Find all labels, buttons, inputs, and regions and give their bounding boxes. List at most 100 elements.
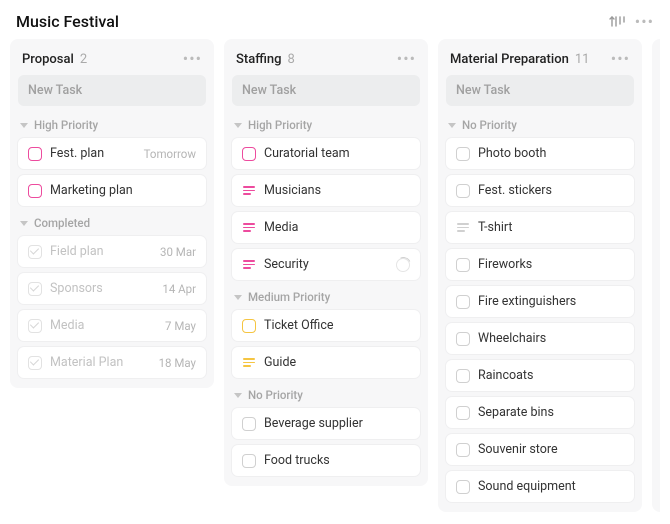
task-due: 7 May — [165, 319, 196, 333]
checkbox-icon[interactable] — [456, 332, 470, 346]
column-title: Proposal — [22, 52, 74, 67]
column-material-preparation: Material Preparation 11 ••• New Task No Prio… — [438, 39, 642, 512]
task-due: 18 May — [159, 356, 196, 370]
task-title: T-shirt — [478, 220, 624, 235]
task-title: Marketing plan — [50, 183, 196, 198]
task-card[interactable]: Separate bins — [446, 397, 634, 428]
column-header: Staffing8••• — [232, 47, 420, 75]
list-icon[interactable] — [242, 258, 256, 272]
checkbox-icon[interactable] — [242, 454, 256, 468]
checkbox-icon[interactable] — [456, 147, 470, 161]
column-header: Material Preparation 11 ••• — [446, 47, 634, 75]
column-more-icon[interactable]: ••• — [183, 51, 202, 67]
column-title: Material Preparation — [450, 52, 569, 67]
group-label[interactable]: No Priority — [446, 114, 634, 138]
checkmark-done-icon[interactable] — [28, 319, 42, 333]
column-count: 11 — [575, 52, 590, 67]
board-header: Music Festival ••• — [10, 8, 660, 39]
checkmark-done-icon[interactable] — [28, 282, 42, 296]
checkmark-done-icon[interactable] — [28, 245, 42, 259]
task-card[interactable]: Ticket Office — [232, 310, 420, 341]
column-proposal: Proposal2•••New TaskHigh PriorityFest. p… — [10, 39, 214, 388]
column-more-icon[interactable]: ••• — [397, 51, 416, 67]
checkbox-icon[interactable] — [456, 406, 470, 420]
task-title: Guide — [264, 355, 410, 370]
task-title: Field plan — [50, 244, 152, 259]
task-card[interactable]: Raincoats — [446, 360, 634, 391]
checkbox-icon[interactable] — [456, 184, 470, 198]
task-due: Tomorrow — [144, 147, 196, 161]
column-peek — [652, 39, 660, 512]
checkbox-icon[interactable] — [242, 319, 256, 333]
checkbox-icon[interactable] — [242, 147, 256, 161]
task-card[interactable]: Food trucks — [232, 445, 420, 476]
task-title: Security — [264, 257, 388, 272]
columns: Proposal2•••New TaskHigh PriorityFest. p… — [10, 39, 660, 512]
list-icon[interactable] — [456, 221, 470, 235]
checkbox-icon[interactable] — [242, 417, 256, 431]
task-title: Musicians — [264, 183, 410, 198]
group-label[interactable]: Completed — [18, 212, 206, 236]
checkbox-icon[interactable] — [456, 258, 470, 272]
new-task-input[interactable]: New Task — [18, 75, 206, 106]
checkbox-icon[interactable] — [28, 147, 42, 161]
checkbox-icon[interactable] — [456, 369, 470, 383]
task-title: Sound equipment — [478, 479, 624, 494]
list-icon[interactable] — [242, 356, 256, 370]
task-title: Sponsors — [50, 281, 154, 296]
group-name: Medium Priority — [248, 290, 330, 304]
group-label[interactable]: High Priority — [232, 114, 420, 138]
task-title: Fireworks — [478, 257, 624, 272]
task-title: Raincoats — [478, 368, 624, 383]
checkbox-icon[interactable] — [456, 295, 470, 309]
column-staffing: Staffing8•••New Task High Priority Curator… — [224, 39, 428, 486]
checkbox-icon[interactable] — [456, 443, 470, 457]
task-card[interactable]: Curatorial team — [232, 138, 420, 169]
column-header: Proposal 2 ••• — [18, 47, 206, 75]
task-card[interactable]: Sponsors 14 Apr — [18, 273, 206, 304]
board: Music Festival ••• Proposal 2 ••• New Task H… — [0, 0, 670, 524]
group-label[interactable]: High Priority — [18, 114, 206, 138]
group-label[interactable]: Medium Priority — [232, 286, 420, 310]
task-card[interactable]: Souvenir store — [446, 434, 634, 465]
task-card[interactable]: Sound equipment — [446, 471, 634, 502]
chevron-down-icon — [20, 221, 28, 226]
task-card[interactable]: Fire extinguishers — [446, 286, 634, 317]
task-card[interactable]: Field plan30 Mar — [18, 236, 206, 267]
new-task-input[interactable]: New Task — [232, 75, 420, 106]
sort-icon[interactable] — [609, 14, 625, 30]
task-card[interactable]: Security — [232, 249, 420, 280]
checkmark-done-icon[interactable] — [28, 356, 42, 370]
task-title: Fest. plan — [50, 146, 136, 161]
checkbox-icon[interactable] — [456, 480, 470, 494]
task-card[interactable]: Musicians — [232, 175, 420, 206]
task-card[interactable]: Fest. stickers — [446, 175, 634, 206]
task-due: 14 Apr — [162, 282, 196, 296]
chevron-down-icon — [20, 123, 28, 128]
chevron-down-icon — [448, 123, 456, 128]
group-label[interactable]: No Priority — [232, 384, 420, 408]
task-card[interactable]: Beverage supplier — [232, 408, 420, 439]
task-card[interactable]: T-shirt — [446, 212, 634, 243]
group-name: High Priority — [248, 118, 312, 132]
task-card[interactable]: Photo booth — [446, 138, 634, 169]
list-icon[interactable] — [242, 184, 256, 198]
task-card[interactable]: Media7 May — [18, 310, 206, 341]
new-task-input[interactable]: New Task — [446, 75, 634, 106]
task-title: Fest. stickers — [478, 183, 624, 198]
board-more-icon[interactable]: ••• — [635, 14, 654, 30]
task-card[interactable]: Fest. plan Tomorrow — [18, 138, 206, 169]
task-title: Souvenir store — [478, 442, 624, 457]
task-card[interactable]: Wheelchairs — [446, 323, 634, 354]
task-title: Food trucks — [264, 453, 410, 468]
column-count: 2 — [80, 52, 87, 67]
task-card[interactable]: Guide — [232, 347, 420, 378]
task-card[interactable]: Fireworks — [446, 249, 634, 280]
checkbox-icon[interactable] — [28, 184, 42, 198]
task-card[interactable]: Marketing plan — [18, 175, 206, 206]
list-icon[interactable] — [242, 221, 256, 235]
task-title: Photo booth — [478, 146, 624, 161]
task-card[interactable]: Media — [232, 212, 420, 243]
column-more-icon[interactable]: ••• — [611, 51, 630, 67]
task-card[interactable]: Material Plan18 May — [18, 347, 206, 378]
